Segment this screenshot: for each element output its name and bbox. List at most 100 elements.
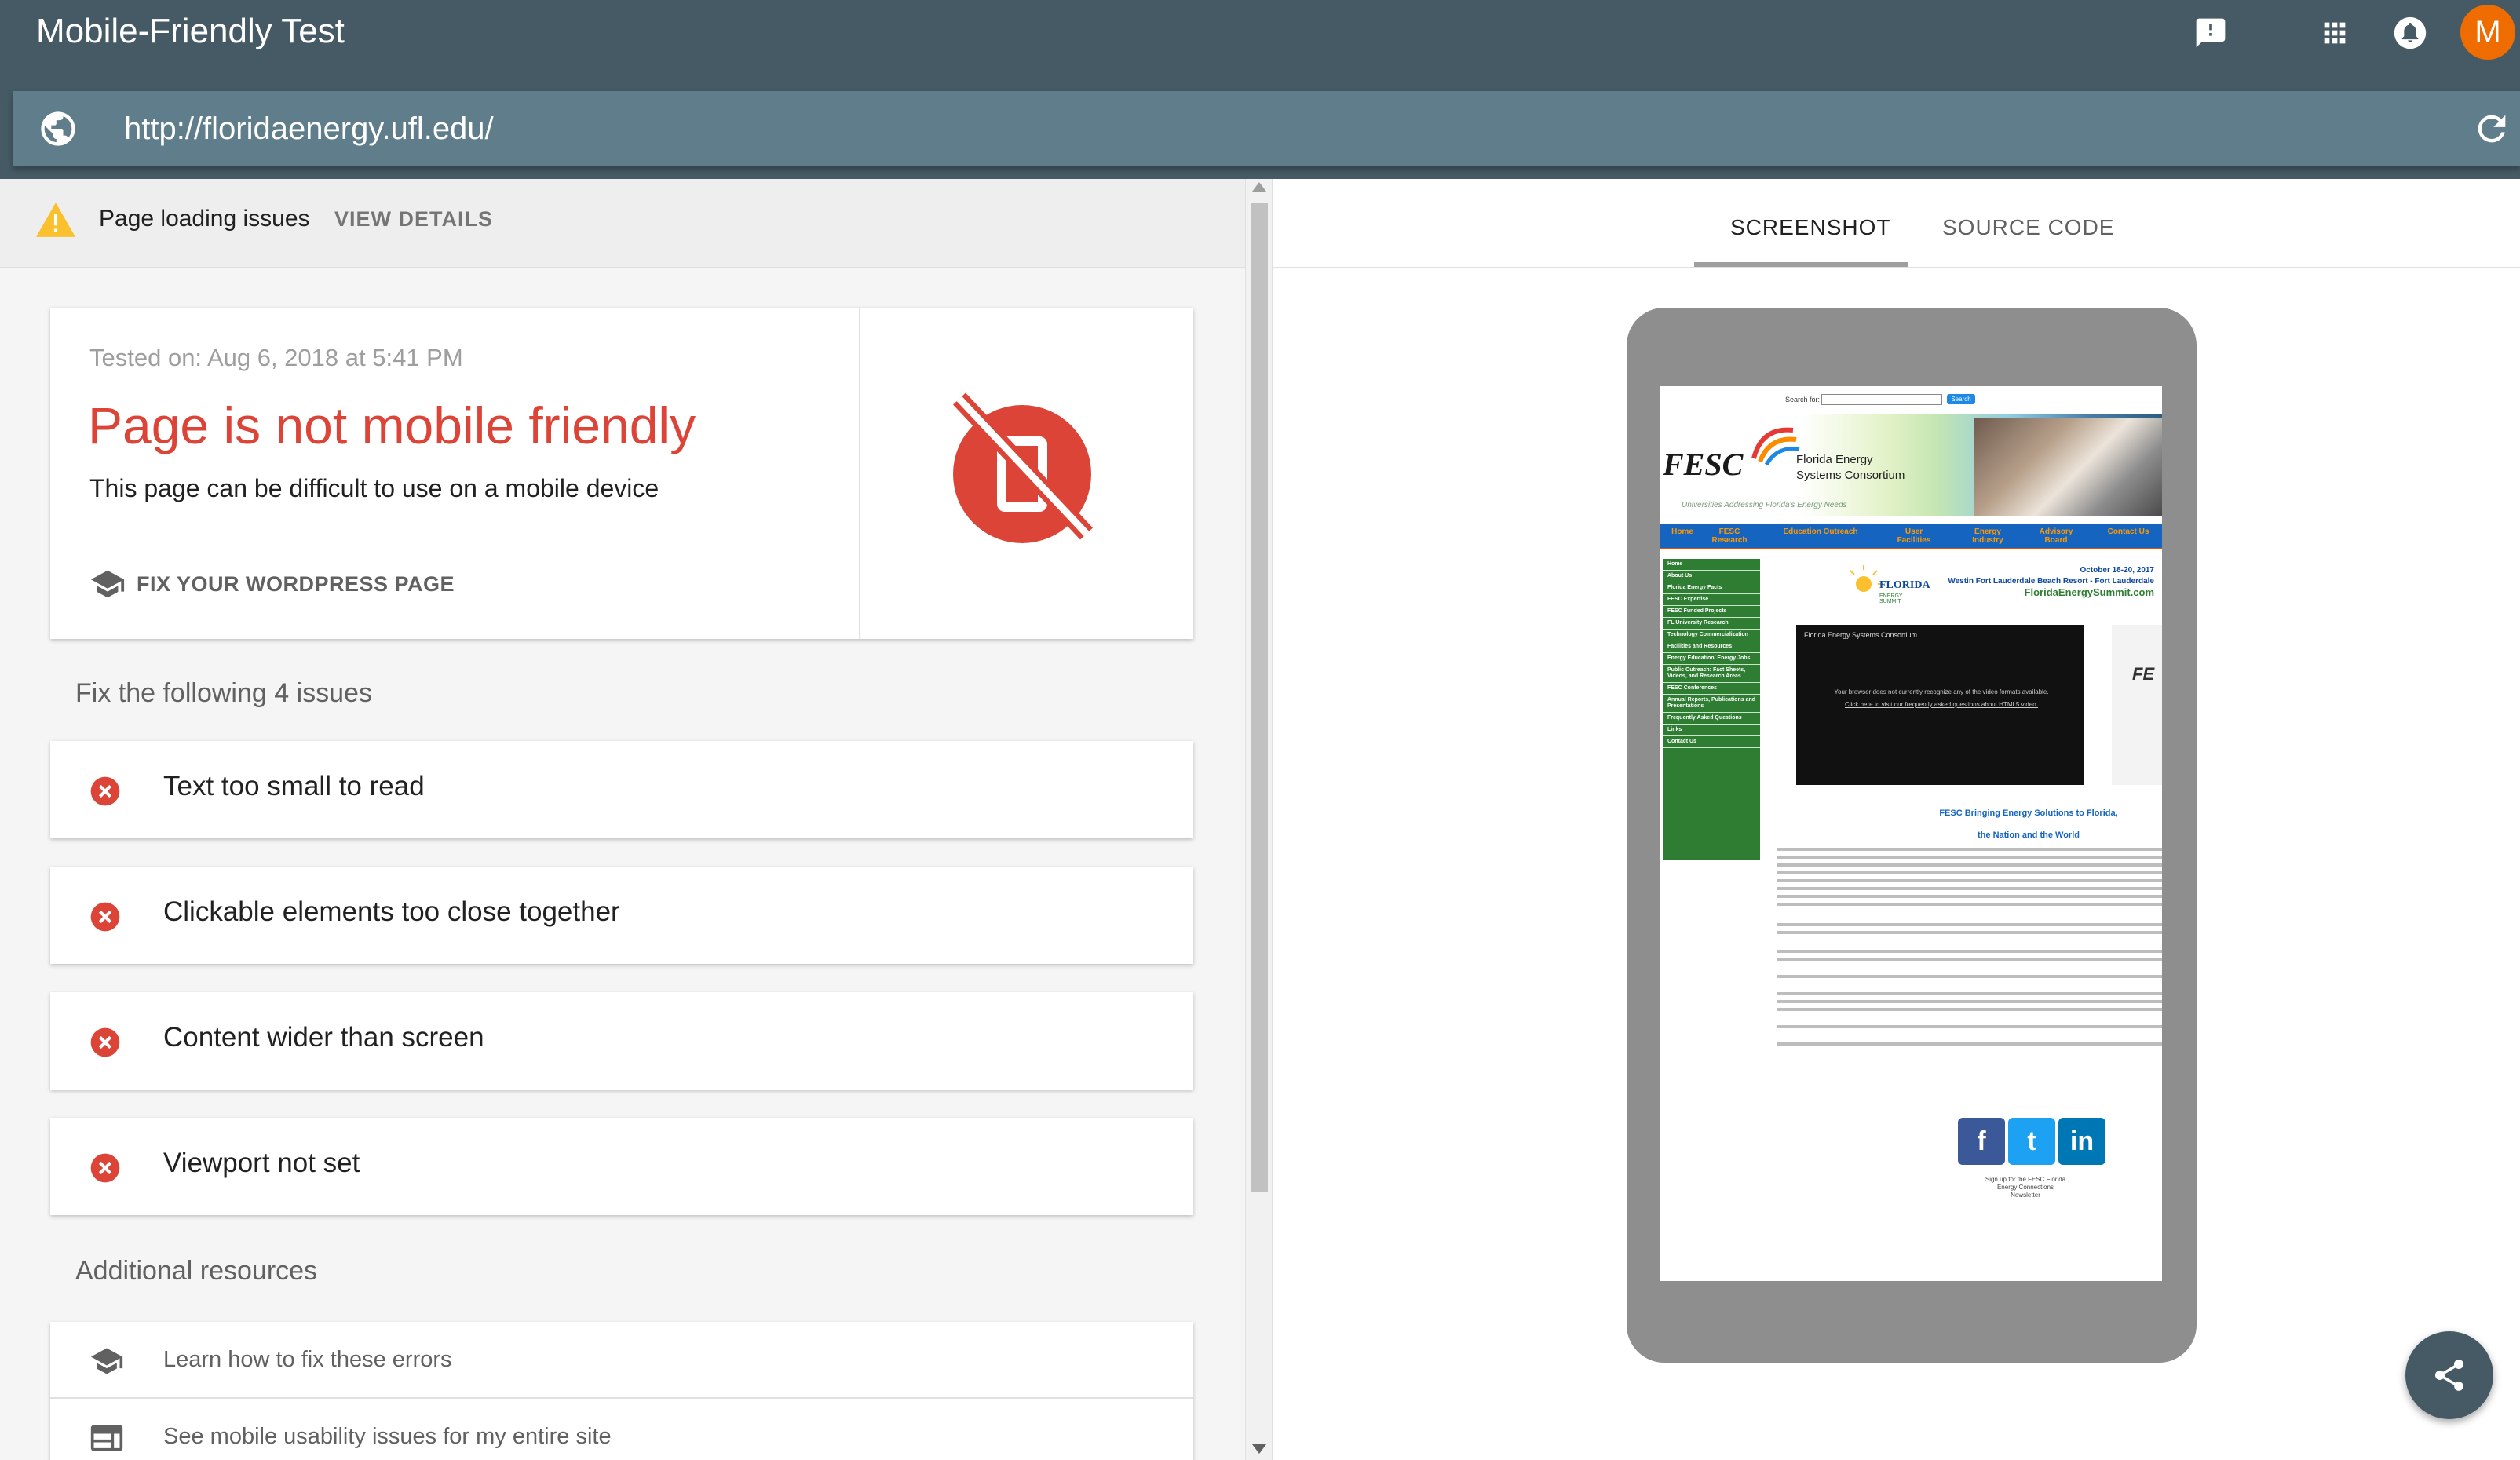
mini-nav-item: Home bbox=[1671, 527, 1693, 536]
resource-item[interactable]: Learn how to fix these errors bbox=[50, 1322, 1193, 1399]
mini-sidebar-item: Energy Education/ Energy Jobs bbox=[1663, 653, 1760, 665]
reload-icon[interactable] bbox=[2471, 108, 2512, 149]
results-pane: Page loading issues VIEW DETAILS Tested … bbox=[0, 179, 1245, 1460]
scroll-down-arrow[interactable] bbox=[1252, 1444, 1266, 1454]
mini-fe-text: FE bbox=[2132, 664, 2155, 684]
resource-label: See mobile usability issues for my entir… bbox=[163, 1424, 612, 1449]
tab-screenshot[interactable]: SCREENSHOT bbox=[1730, 215, 1890, 240]
mini-text-line bbox=[1777, 871, 2162, 874]
mini-tagline: Universities Addressing Florida's Energy… bbox=[1682, 501, 1847, 509]
apps-grid-icon[interactable] bbox=[2313, 11, 2357, 55]
mini-summit-info: October 18-20, 2017 Westin Fort Lauderda… bbox=[1895, 565, 2154, 598]
issue-label: Clickable elements too close together bbox=[163, 896, 620, 927]
school-icon bbox=[90, 1348, 123, 1374]
web-icon bbox=[90, 1425, 123, 1451]
verdict-title: Page is not mobile friendly bbox=[88, 396, 696, 454]
mini-sidebar-item: FESC Expertise bbox=[1663, 594, 1760, 606]
app-header: Mobile-Friendly Test M http://floridaene… bbox=[0, 0, 2520, 179]
issue-label: Viewport not set bbox=[163, 1148, 360, 1178]
issue-card[interactable]: Clickable elements too close together bbox=[50, 867, 1193, 964]
mini-text-line bbox=[1777, 992, 2162, 995]
preview-pane: SCREENSHOT SOURCE CODE Search for: Searc… bbox=[1272, 179, 2520, 1460]
mini-sidebar-item: Facilities and Resources bbox=[1663, 641, 1760, 653]
error-icon bbox=[90, 1153, 120, 1183]
mini-text-line bbox=[1777, 1025, 2162, 1028]
scroll-up-arrow[interactable] bbox=[1252, 182, 1266, 192]
result-divider bbox=[859, 308, 860, 639]
fix-wordpress-link[interactable]: FIX YOUR WORDPRESS PAGE bbox=[89, 568, 455, 600]
fesc-logo-swoosh-icon bbox=[1751, 427, 1800, 466]
page-screenshot: Search for: Search FESC Florida Energy S… bbox=[1660, 386, 2162, 1281]
feedback-icon[interactable] bbox=[2189, 11, 2233, 55]
mini-nav: Home FESC Research Education Outreach Us… bbox=[1660, 524, 2162, 549]
mini-sidebar-item: Contact Us bbox=[1663, 736, 1760, 748]
issue-label: Content wider than screen bbox=[163, 1022, 484, 1053]
mini-heading-line1: FESC Bringing Energy Solutions to Florid… bbox=[1939, 808, 2118, 818]
mini-sidebar-item: FESC Funded Projects bbox=[1663, 606, 1760, 618]
mini-side-panel: FE bbox=[2112, 625, 2162, 785]
mini-sidebar-item: FL University Research bbox=[1663, 618, 1760, 630]
mini-search-input bbox=[1821, 394, 1942, 405]
share-icon bbox=[2435, 1360, 2463, 1391]
issue-label: Text too small to read bbox=[163, 771, 425, 801]
mini-text-line bbox=[1777, 931, 2162, 934]
results-scrollbar[interactable] bbox=[1245, 179, 1273, 1460]
mini-sidebar-item: FESC Conferences bbox=[1663, 683, 1760, 695]
mini-sidebar: Home About Us Florida Energy Facts FESC … bbox=[1663, 559, 1760, 860]
mini-text-line bbox=[1777, 975, 2162, 978]
verdict-subtitle: This page can be difficult to use on a m… bbox=[89, 474, 659, 502]
mini-text-line bbox=[1777, 958, 2162, 961]
mini-heading: FESC Bringing Energy Solutions to Florid… bbox=[1895, 802, 2162, 846]
mini-search-label: Search for: bbox=[1785, 396, 1821, 403]
mini-sidebar-item: Technology Commercialization bbox=[1663, 630, 1760, 641]
phone-frame: Search for: Search FESC Florida Energy S… bbox=[1627, 308, 2197, 1363]
not-mobile-friendly-icon bbox=[952, 392, 1110, 549]
app-title: Mobile-Friendly Test bbox=[36, 12, 345, 50]
mini-org-line1: Florida Energy bbox=[1796, 453, 1873, 466]
mini-search-button: Search bbox=[1947, 394, 1975, 404]
mini-sidebar-item: Links bbox=[1663, 725, 1760, 736]
mini-nav-item: Advisory Board bbox=[2039, 527, 2073, 545]
mini-sidebar-item: Public Outreach: Fact Sheets, Videos, an… bbox=[1663, 665, 1760, 683]
view-details-link[interactable]: VIEW DETAILS bbox=[334, 207, 493, 232]
active-tab-indicator bbox=[1694, 262, 1908, 267]
share-button[interactable] bbox=[2405, 1331, 2493, 1419]
avatar-initial: M bbox=[2474, 14, 2501, 49]
loading-issues-text: Page loading issues bbox=[99, 206, 310, 232]
mini-sidebar-item: Annual Reports, Publications and Present… bbox=[1663, 695, 1760, 713]
mini-text-line bbox=[1777, 950, 2162, 953]
mini-text-line bbox=[1777, 923, 2162, 926]
resources-heading: Additional resources bbox=[75, 1256, 318, 1286]
mini-sidebar-item: About Us bbox=[1663, 571, 1760, 582]
mini-summit-place: Westin Fort Lauderdale Beach Resort - Fo… bbox=[1948, 577, 2154, 586]
url-input[interactable]: http://floridaenergy.ufl.edu/ bbox=[124, 105, 494, 152]
loading-issues-bar: Page loading issues VIEW DETAILS bbox=[0, 179, 1245, 268]
issue-card[interactable]: Viewport not set bbox=[50, 1118, 1193, 1215]
mini-lab-photo bbox=[1974, 418, 2162, 516]
mini-video-link: Click here to visit our frequently asked… bbox=[1845, 701, 2038, 708]
tab-source-code[interactable]: SOURCE CODE bbox=[1942, 215, 2114, 240]
mini-text-line bbox=[1777, 879, 2162, 882]
issues-heading: Fix the following 4 issues bbox=[75, 678, 372, 708]
resource-item[interactable]: See mobile usability issues for my entir… bbox=[50, 1399, 1193, 1460]
mini-nav-item: Energy Industry bbox=[1972, 527, 2003, 545]
school-icon bbox=[90, 570, 125, 598]
mini-text-line bbox=[1777, 1008, 2162, 1011]
notifications-icon[interactable] bbox=[2388, 11, 2432, 55]
mini-nav-item: FESC Research bbox=[1711, 527, 1748, 545]
issue-card[interactable]: Text too small to read bbox=[50, 741, 1193, 838]
mini-text-line bbox=[1777, 887, 2162, 890]
mini-text-line bbox=[1777, 903, 2162, 906]
account-avatar[interactable]: M bbox=[2460, 5, 2515, 60]
mini-org-line2: Systems Consortium bbox=[1796, 469, 1905, 482]
error-icon bbox=[90, 1027, 120, 1057]
issue-card[interactable]: Content wider than screen bbox=[50, 992, 1193, 1090]
mini-video-title: Florida Energy Systems Consortium bbox=[1804, 631, 1918, 639]
mini-text-line bbox=[1777, 1042, 2162, 1046]
mini-logo: FESC bbox=[1663, 447, 1744, 482]
mini-heading-line2: the Nation and the World bbox=[1978, 830, 2080, 840]
url-bar[interactable]: http://floridaenergy.ufl.edu/ bbox=[13, 91, 2520, 166]
scrollbar-thumb[interactable] bbox=[1251, 203, 1268, 1192]
fix-wordpress-label: FIX YOUR WORDPRESS PAGE bbox=[137, 571, 455, 596]
mini-social-icons: f t in bbox=[1958, 1118, 2105, 1165]
